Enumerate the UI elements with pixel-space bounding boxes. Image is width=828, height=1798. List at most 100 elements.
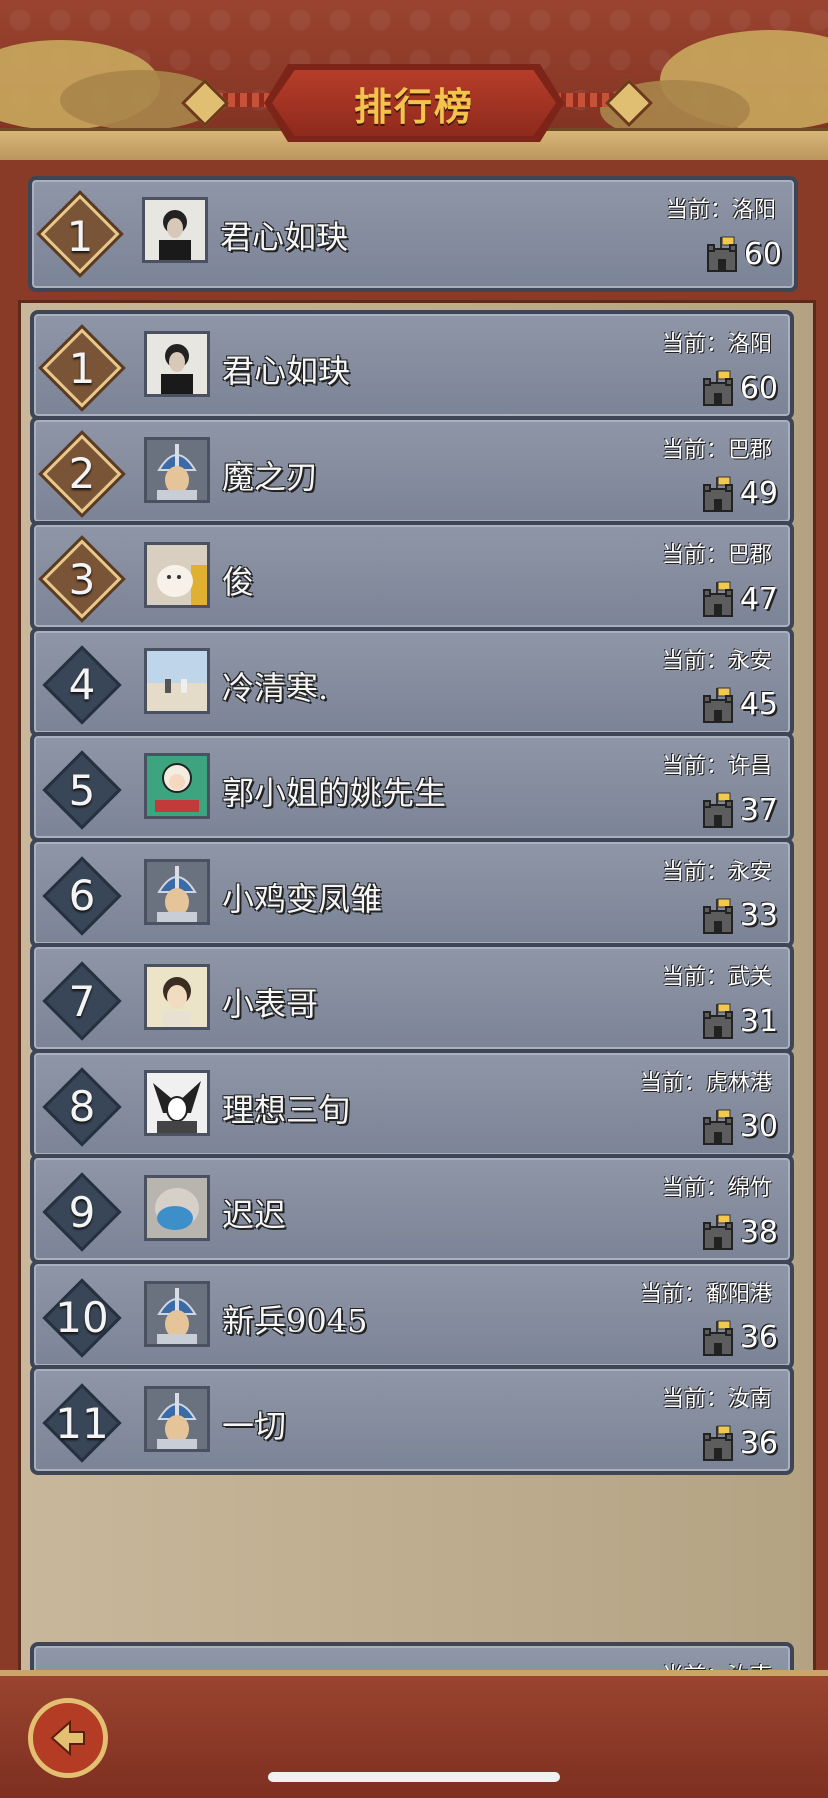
count-value: 60 <box>739 370 778 406</box>
player-name: 一切 <box>222 1407 287 1445</box>
castle-flag-icon <box>702 792 733 828</box>
rank-number: 10 <box>55 1293 109 1342</box>
city-count: 38 <box>700 1210 778 1254</box>
count-value: 30 <box>739 1109 778 1144</box>
rank-number: 1 <box>66 211 94 261</box>
avatar[interactable] <box>144 331 210 397</box>
list-item[interactable]: 11 一切 当前：汝南 36 <box>30 1365 794 1475</box>
avatar[interactable] <box>144 1386 210 1452</box>
location-label: 当前：虎林港 <box>639 1070 772 1096</box>
rank-number: 9 <box>68 1187 96 1237</box>
avatar[interactable] <box>144 753 210 819</box>
castle-flag-icon <box>702 898 733 934</box>
player-name: 君心如玦 <box>222 352 351 390</box>
location-label: 当前：洛阳 <box>661 332 772 357</box>
back-button[interactable] <box>28 1698 108 1778</box>
location-label: 当前：鄱阳港 <box>639 1281 772 1307</box>
location-label: 当前：许昌 <box>661 754 772 779</box>
location-label: 当前：巴郡 <box>661 437 772 463</box>
count-value: 31 <box>739 1003 778 1039</box>
city-count: 60 <box>700 366 778 410</box>
city-count: 36 <box>700 1316 778 1360</box>
rank-number: 1 <box>68 343 96 393</box>
count-value: 36 <box>739 1320 778 1355</box>
rank-number: 6 <box>68 871 96 920</box>
player-name: 冷清寒. <box>222 668 329 707</box>
rank-number: 8 <box>68 1082 96 1131</box>
location-label: 当前：永安 <box>661 859 772 885</box>
city-count: 36 <box>700 1421 778 1465</box>
avatar[interactable] <box>144 542 210 608</box>
header-bar: 排行榜 <box>0 0 828 160</box>
count-value: 45 <box>739 687 778 722</box>
city-count: 37 <box>700 788 778 832</box>
city-count: 60 <box>704 232 782 276</box>
list-item[interactable]: 4 冷清寒. 当前：永安 45 <box>30 626 794 737</box>
avatar[interactable] <box>144 858 210 925</box>
list-item[interactable]: 3 俊 当前：巴郡 47 <box>30 521 794 631</box>
home-indicator <box>268 1772 560 1782</box>
castle-flag-icon <box>702 581 733 617</box>
location-label: 当前：汝南 <box>662 1658 772 1670</box>
castle-flag-icon <box>706 236 737 272</box>
list-item[interactable]: 9 迟迟 当前：绵竹 38 <box>30 1154 794 1264</box>
partial-row-clip: 当前：汝南 <box>18 1640 810 1670</box>
rank-number: 2 <box>68 449 96 498</box>
rank-number: 5 <box>68 765 96 815</box>
list-item-partial[interactable]: 当前：汝南 <box>30 1642 794 1670</box>
castle-flag-icon <box>702 687 733 723</box>
city-count: 47 <box>700 577 778 621</box>
location-label: 当前：巴郡 <box>661 543 772 568</box>
list-item[interactable]: 2 魔之刃 当前：巴郡 49 <box>30 415 794 526</box>
city-count: 30 <box>700 1105 778 1149</box>
avatar[interactable] <box>144 436 210 503</box>
player-name: 郭小姐的姚先生 <box>222 774 447 812</box>
castle-flag-icon <box>702 476 733 512</box>
castle-flag-icon <box>702 1214 733 1250</box>
city-count: 49 <box>700 472 778 516</box>
rank-number: 7 <box>68 976 96 1026</box>
avatar[interactable] <box>144 1280 210 1347</box>
page-title: 排行榜 <box>353 83 474 129</box>
city-count: 31 <box>700 999 778 1043</box>
footer-bar <box>0 1670 828 1798</box>
city-count: 33 <box>700 894 778 938</box>
player-name: 新兵9045 <box>222 1301 368 1340</box>
list-item[interactable]: 8 理想三旬 当前：虎林港 30 <box>30 1048 794 1159</box>
location-label: 当前：永安 <box>661 648 772 674</box>
avatar[interactable] <box>144 1069 210 1136</box>
list-item[interactable]: 7 小表哥 当前：武关 31 <box>30 943 794 1053</box>
rank-number: 4 <box>68 660 96 709</box>
list-item[interactable]: 1 君心如玦 当前：洛阳 60 <box>30 310 794 420</box>
rank-number: 3 <box>68 554 96 604</box>
castle-flag-icon <box>702 1425 733 1461</box>
count-value: 49 <box>739 476 778 511</box>
city-count: 45 <box>700 683 778 727</box>
player-name: 迟迟 <box>222 1196 287 1234</box>
castle-flag-icon <box>702 1003 733 1039</box>
avatar[interactable] <box>142 197 208 263</box>
my-rank-row[interactable]: 1 君心如玦 当前：洛阳 60 <box>28 176 798 292</box>
player-name: 理想三旬 <box>222 1090 351 1129</box>
player-name: 君心如玦 <box>220 218 349 256</box>
count-value: 38 <box>739 1214 778 1250</box>
location-label: 当前：汝南 <box>661 1387 772 1412</box>
back-arrow-icon <box>50 1719 85 1757</box>
castle-flag-icon <box>702 370 733 406</box>
castle-flag-icon <box>702 1109 733 1145</box>
player-name: 小鸡变凤雏 <box>222 879 383 918</box>
player-name: 小表哥 <box>222 985 319 1023</box>
count-value: 33 <box>739 898 778 933</box>
avatar[interactable] <box>144 647 210 714</box>
avatar[interactable] <box>144 1175 210 1241</box>
list-item[interactable]: 5 郭小姐的姚先生 当前：许昌 37 <box>30 732 794 842</box>
list-item[interactable]: 10 新兵9045 当前：鄱阳港 36 <box>30 1259 794 1370</box>
player-name: 魔之刃 <box>222 457 319 496</box>
avatar[interactable] <box>144 964 210 1030</box>
location-label: 当前：洛阳 <box>665 198 776 223</box>
count-value: 37 <box>739 792 778 828</box>
player-name: 俊 <box>222 563 255 601</box>
list-item[interactable]: 6 小鸡变凤雏 当前：永安 33 <box>30 837 794 948</box>
location-label: 当前：武关 <box>661 965 772 990</box>
count-value: 47 <box>739 581 778 617</box>
